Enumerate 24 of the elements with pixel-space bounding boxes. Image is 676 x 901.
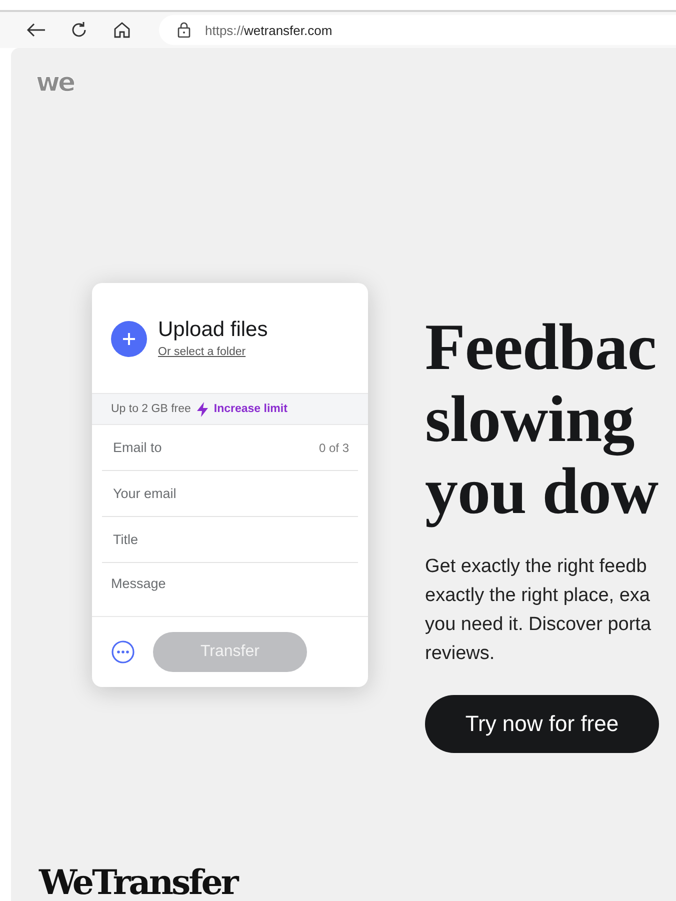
recipient-counter: 0 of 3 [318, 440, 349, 454]
address-bar[interactable]: https://wetransfer.com [159, 15, 676, 45]
input-field[interactable]: Message [111, 576, 291, 591]
input-field[interactable]: Your email [102, 486, 293, 501]
wetransfer-logo: WeTransfer [39, 863, 237, 901]
refresh-icon [70, 21, 88, 39]
try-free-button[interactable]: Try now for free [425, 695, 659, 753]
input-field[interactable]: Title [102, 532, 293, 547]
more-icon [111, 640, 135, 664]
increase-limit-link[interactable]: Increase limit [196, 402, 288, 416]
lock-icon [177, 22, 191, 38]
upload-title: Upload files [158, 318, 268, 342]
select-folder-link[interactable]: Or select a folder [158, 346, 246, 358]
add-files-button[interactable] [111, 321, 147, 357]
url-text: https://wetransfer.com [205, 22, 332, 38]
more-options-button[interactable] [111, 640, 135, 664]
lightning-icon [196, 402, 208, 416]
limit-note: Up to 2 GB free [111, 403, 191, 415]
hero-description: Get exactly the right feedb exactly the right place, exa you need it. Discover porta reviews. [425, 555, 652, 666]
plus-icon [122, 332, 136, 346]
hero-heading: Feedbac slowing you dow [425, 312, 659, 528]
home-icon [113, 21, 131, 39]
input-field[interactable]: Email to [102, 440, 293, 455]
back-arrow-icon [26, 22, 46, 38]
